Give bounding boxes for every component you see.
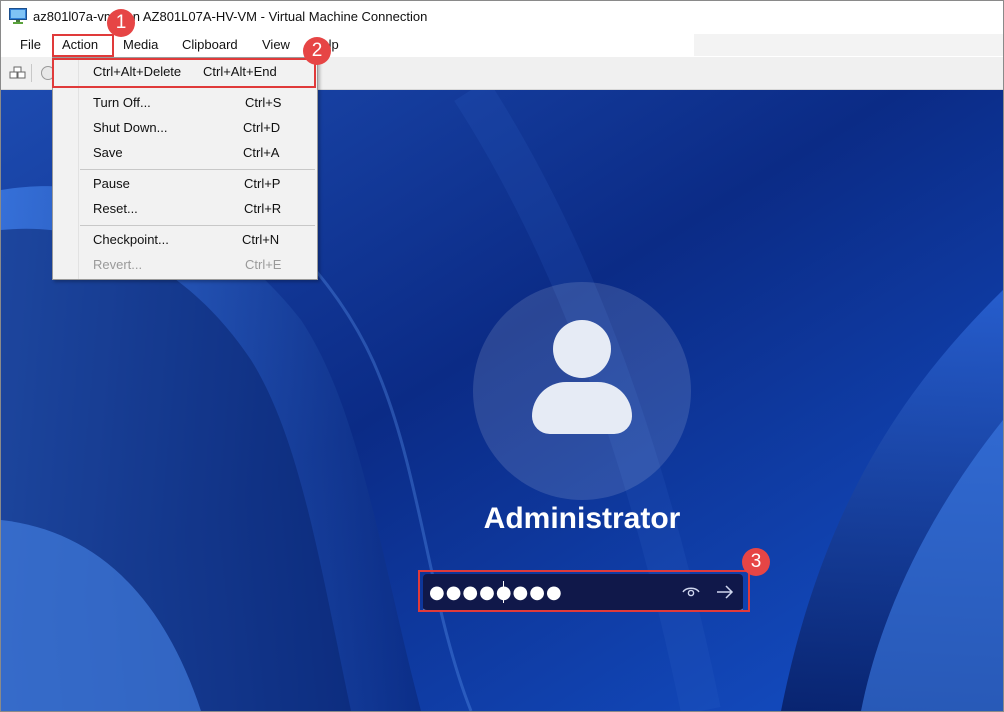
avatar-head xyxy=(553,320,611,378)
menu-item-shortcut: Ctrl+S xyxy=(245,95,282,110)
menu-clipboard[interactable]: Clipboard xyxy=(182,37,238,52)
title-bar: az801l07a-vm1 on AZ801L07A-HV-VM - Virtu… xyxy=(1,1,1003,33)
menu-item-label: Shut Down... xyxy=(93,120,168,135)
step-badge-2: 2 xyxy=(303,37,331,65)
toolbar-separator xyxy=(31,64,32,82)
action-menu-dropdown: Ctrl+Alt+Delete Ctrl+Alt+End Turn Off...… xyxy=(52,57,318,280)
menu-item-label: Checkpoint... xyxy=(93,232,169,247)
menu-item-turn-off[interactable]: Turn Off... Ctrl+S xyxy=(53,91,317,115)
step-badge-1: 1 xyxy=(107,9,135,37)
menu-item-shortcut: Ctrl+P xyxy=(244,176,281,191)
menu-item-shortcut: Ctrl+R xyxy=(244,201,282,216)
vm-connection-app-icon xyxy=(9,8,27,24)
menu-item-shortcut: Ctrl+N xyxy=(242,232,280,247)
step-badge-3: 3 xyxy=(742,548,770,576)
window-title: az801l07a-vm1 on AZ801L07A-HV-VM - Virtu… xyxy=(33,9,428,24)
menu-view[interactable]: View xyxy=(262,37,290,52)
menu-file[interactable]: File xyxy=(20,37,41,52)
menu-item-shut-down[interactable]: Shut Down... Ctrl+D xyxy=(53,116,317,140)
username-label: Administrator xyxy=(483,502,681,535)
menu-item-label: Turn Off... xyxy=(93,95,151,110)
menubar-filler xyxy=(694,34,1003,56)
menu-item-shortcut: Ctrl+A xyxy=(243,145,280,160)
menu-item-reset[interactable]: Reset... Ctrl+R xyxy=(53,197,317,221)
vm-connection-window: az801l07a-vm1 on AZ801L07A-HV-VM - Virtu… xyxy=(0,0,1004,712)
menu-separator xyxy=(80,225,315,226)
menu-media[interactable]: Media xyxy=(123,37,158,52)
menu-item-checkpoint[interactable]: Checkpoint... Ctrl+N xyxy=(53,228,317,252)
avatar-body xyxy=(532,382,632,434)
user-avatar xyxy=(473,282,691,500)
menu-separator xyxy=(80,169,315,170)
menu-item-pause[interactable]: Pause Ctrl+P xyxy=(53,172,317,196)
ctrl-alt-del-toolbar-icon[interactable] xyxy=(9,65,27,81)
highlight-ctrl-alt-delete xyxy=(52,58,316,88)
menu-item-shortcut: Ctrl+D xyxy=(243,120,281,135)
menu-item-label: Revert... xyxy=(93,257,143,272)
menu-item-shortcut: Ctrl+E xyxy=(245,257,282,272)
menu-item-revert: Revert... Ctrl+E xyxy=(53,253,317,277)
menu-item-save[interactable]: Save Ctrl+A xyxy=(53,141,317,165)
highlight-action-menu xyxy=(52,34,114,57)
menu-item-label: Save xyxy=(93,145,123,160)
menu-item-label: Reset... xyxy=(93,201,138,216)
highlight-password-field xyxy=(418,570,750,612)
menu-item-label: Pause xyxy=(93,176,130,191)
